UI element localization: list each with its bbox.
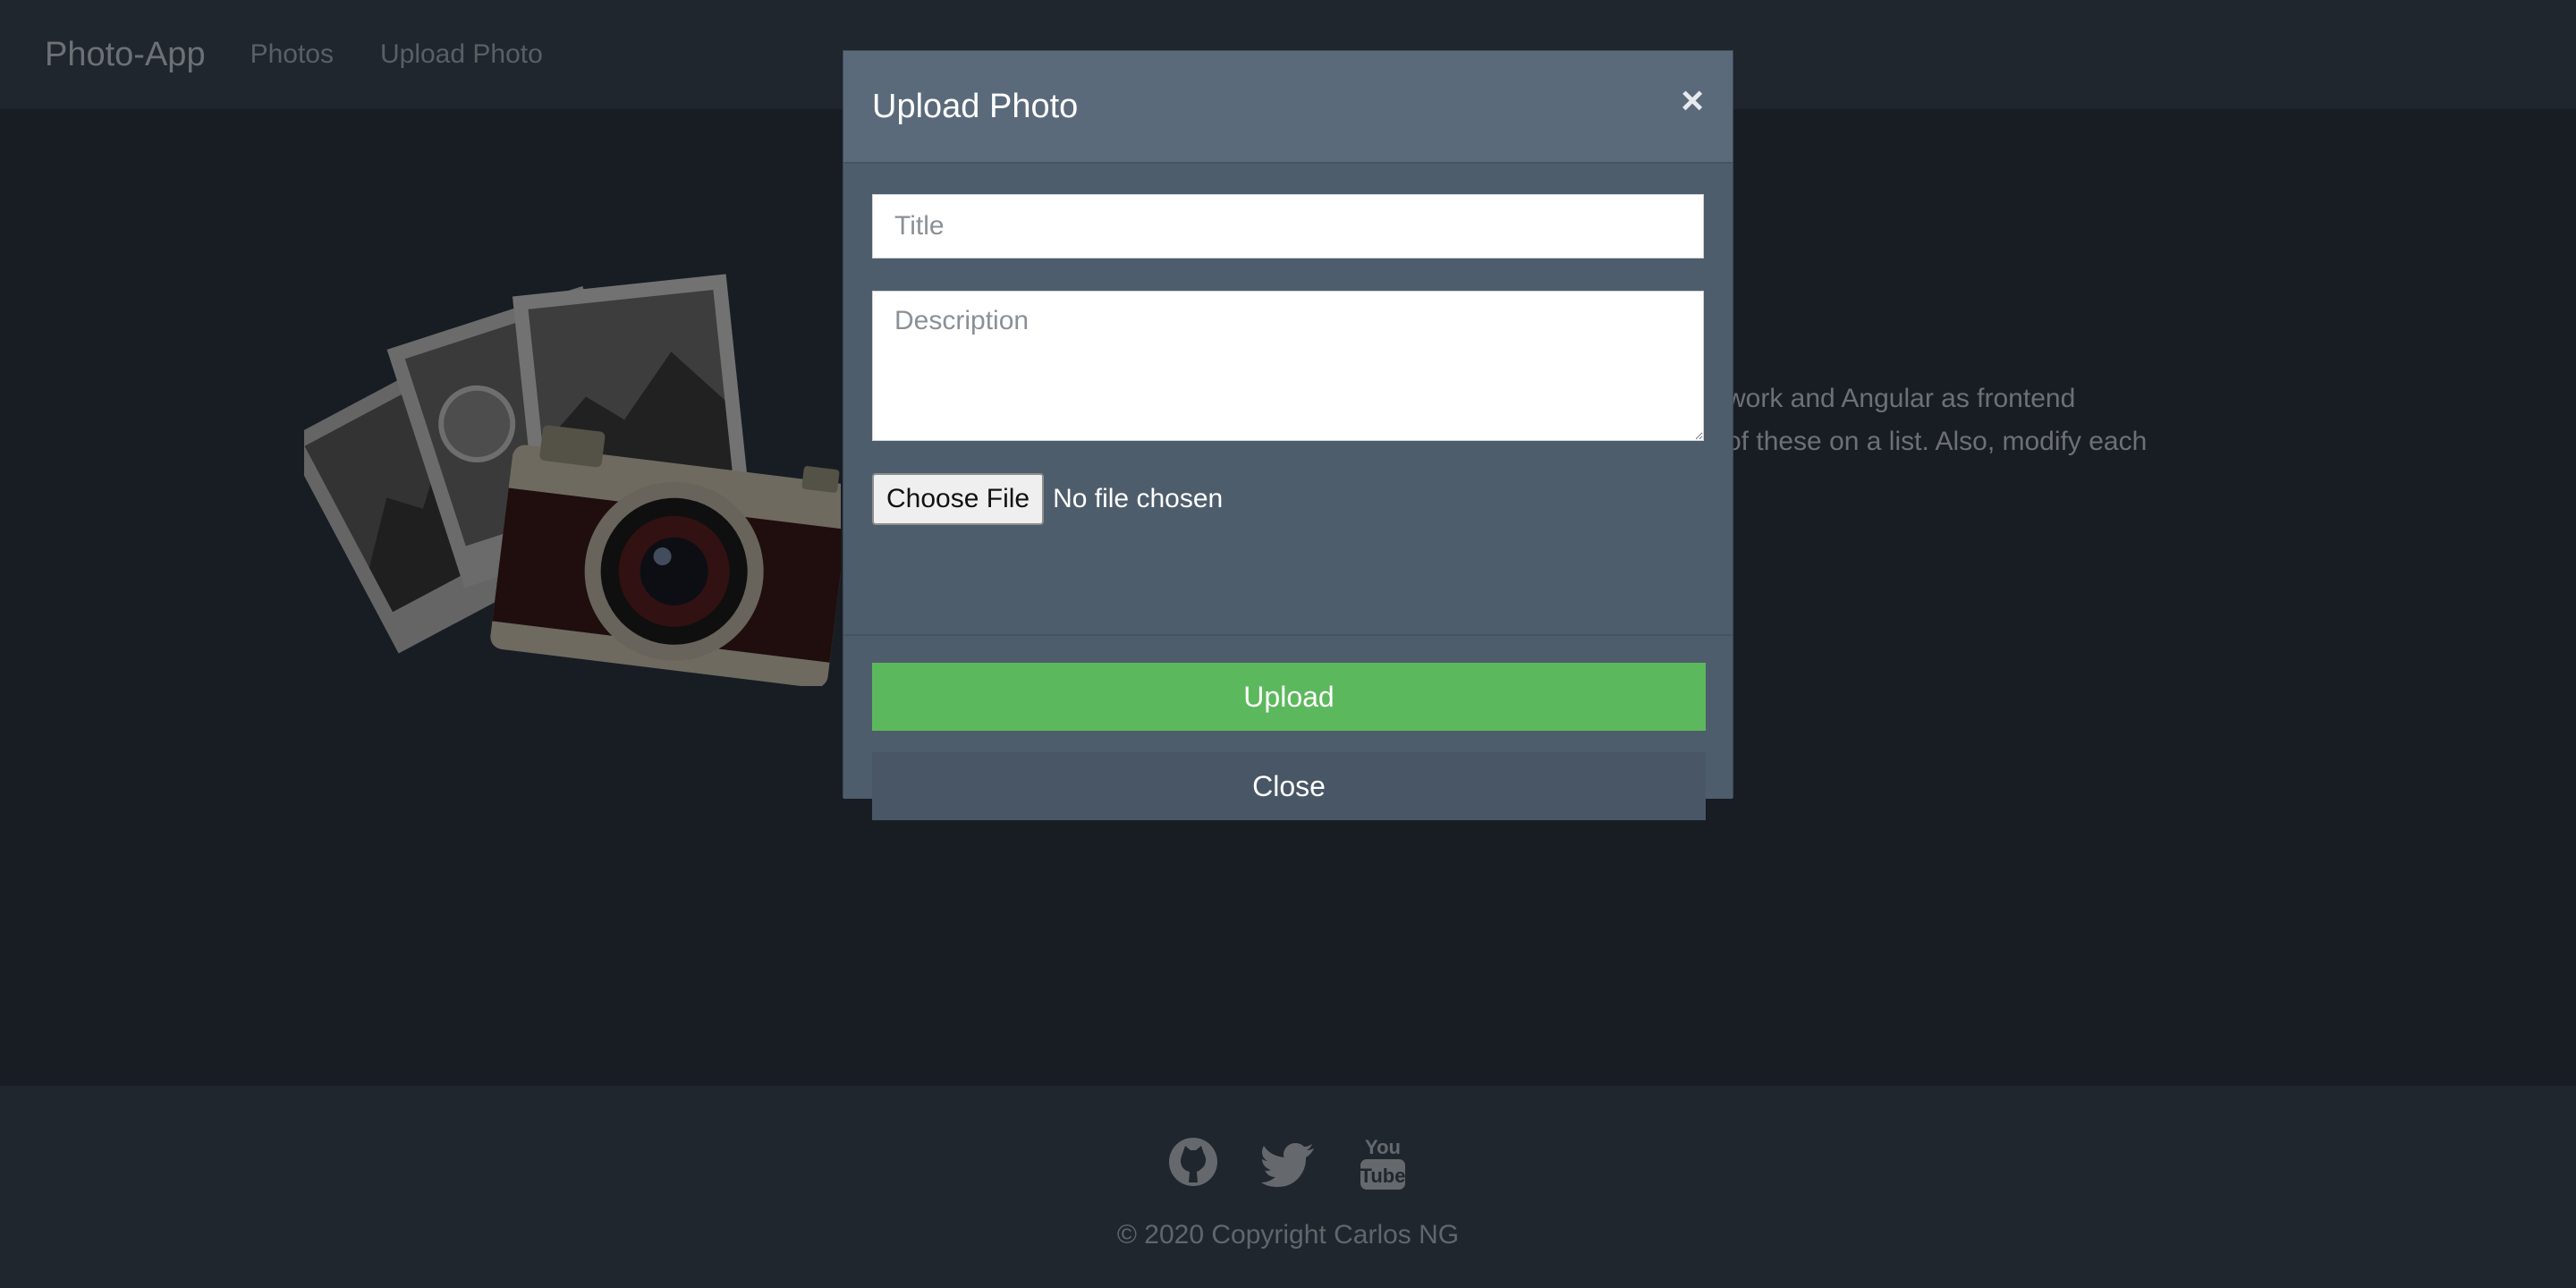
choose-file-button[interactable]: Choose File (872, 473, 1045, 525)
close-button[interactable]: Close (872, 752, 1706, 820)
upload-button[interactable]: Upload (872, 663, 1706, 731)
file-status-text: No file chosen (1053, 484, 1224, 513)
title-input[interactable] (872, 194, 1704, 258)
upload-photo-modal: Upload Photo × Choose File No file chose… (843, 50, 1733, 820)
modal-header: Upload Photo × (843, 51, 1733, 164)
modal-title: Upload Photo (872, 87, 1079, 125)
description-textarea[interactable] (872, 291, 1704, 441)
file-input: Choose File No file chosen (872, 473, 1704, 525)
modal-body: Choose File No file chosen (843, 164, 1733, 634)
modal-footer: Upload Close (843, 634, 1733, 820)
close-icon[interactable]: × (1681, 81, 1704, 121)
